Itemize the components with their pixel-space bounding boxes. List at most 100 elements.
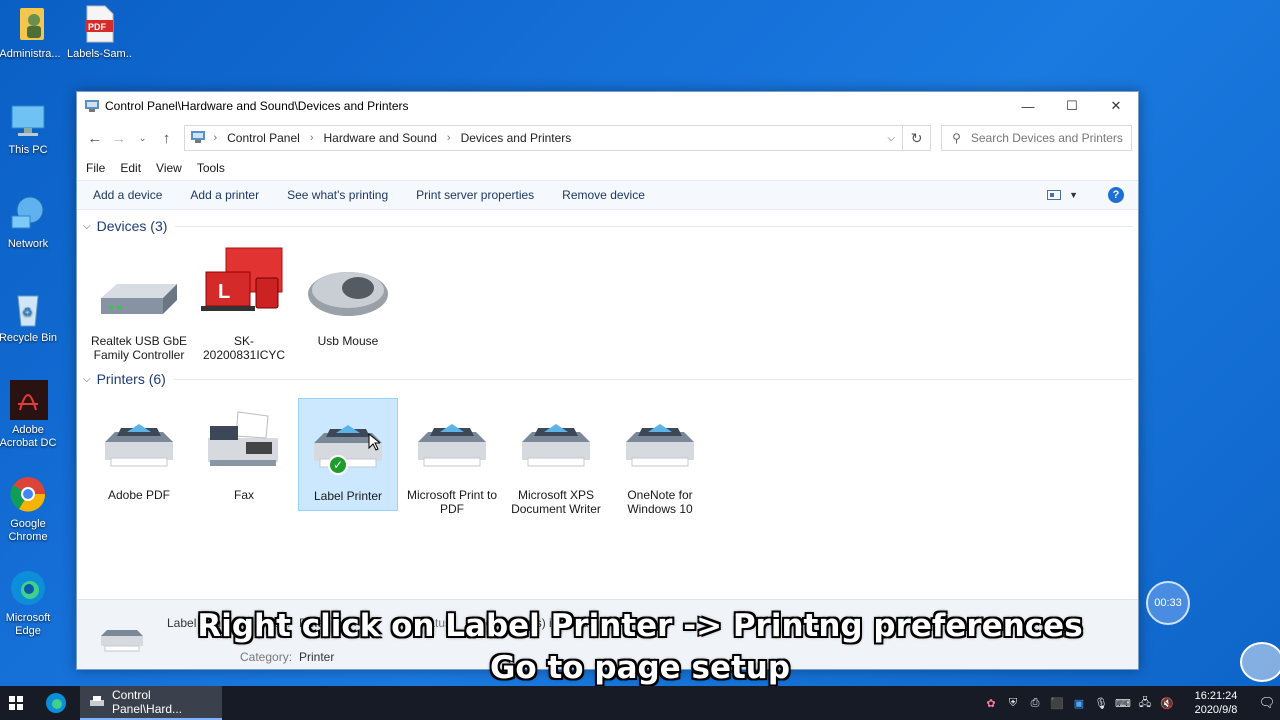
printer-onenote[interactable]: OneNote for Windows 10 (610, 398, 710, 516)
back-arrow-icon[interactable]: ← (83, 130, 107, 147)
device-sk-20200831icyc[interactable]: L SK-20200831ICYC (194, 244, 294, 362)
printer-microsoft-xps[interactable]: Microsoft XPS Document Writer (506, 398, 606, 516)
desktop-icon-administrator[interactable]: Administra... (0, 4, 62, 61)
printer-icon: ✓ (302, 399, 394, 483)
desktop-icon-google-chrome[interactable]: Google Chrome (0, 474, 60, 544)
devices-group-header[interactable]: ⌵ Devices (3) (83, 218, 1133, 234)
refresh-icon: ↻ (910, 129, 923, 146)
menu-edit[interactable]: Edit (120, 161, 141, 175)
mouse-icon (302, 244, 394, 328)
breadcrumb-hardware-and-sound[interactable]: Hardware and Sound (324, 131, 437, 145)
taskbar-edge-button[interactable] (32, 686, 80, 720)
print-server-properties-button[interactable]: Print server properties (416, 188, 534, 202)
windows-logo-icon (9, 696, 23, 710)
group-divider (175, 225, 1133, 227)
close-button[interactable]: ✕ (1094, 92, 1138, 120)
taskbar-control-panel[interactable]: Control Panel\Hard... (80, 686, 222, 720)
taskbar: Control Panel\Hard... ✿ ⛨ ⎙ ⬛ ▣ 🎙 ⌨ 🖧 🔇 … (0, 686, 1280, 720)
desktop-icon-labels-sample[interactable]: PDF Labels-Sam... (67, 4, 131, 61)
desktop-icon-adobe-acrobat[interactable]: Adobe Acrobat DC (0, 380, 60, 450)
breadcrumb-control-panel[interactable]: Control Panel (227, 131, 300, 145)
breadcrumb-devices-and-printers[interactable]: Devices and Printers (461, 131, 572, 145)
keyboard-tray-icon[interactable]: ⌨ (1112, 697, 1134, 710)
desktop-icon-network[interactable]: Network (0, 194, 60, 251)
caption-line-1: Right click on Label Printer -> Printng … (197, 608, 1083, 644)
user-folder-icon (10, 4, 50, 44)
clock-time: 16:21:24 (1194, 690, 1238, 702)
breadcrumb-separator-icon: › (446, 132, 451, 144)
svg-text:L: L (218, 281, 230, 303)
address-toolbar: ← → ⌄ ↑ › Control Panel › Hardware and S… (77, 120, 1138, 156)
menu-tools[interactable]: Tools (197, 161, 225, 175)
device-usb-mouse[interactable]: Usb Mouse (298, 244, 398, 348)
microphone-tray-icon[interactable]: 🎙 (1090, 697, 1112, 710)
flower-tray-icon[interactable]: ✿ (980, 697, 1002, 710)
desktop-icon-recycle-bin[interactable]: ♻ Recycle Bin (0, 288, 60, 345)
recording-timer: 00:33 (1146, 581, 1190, 625)
svg-text:♻: ♻ (22, 305, 33, 319)
shield-tray-icon[interactable]: ⛨ (1002, 697, 1024, 710)
network-tray-icon[interactable]: 🖧 (1134, 694, 1156, 713)
network-adapter-icon (93, 244, 185, 328)
assistant-bubble-icon[interactable] (1240, 642, 1280, 682)
printer-small-icon (90, 696, 104, 708)
fax-icon (198, 398, 290, 482)
desktop-icon-this-pc[interactable]: This PC (0, 100, 60, 157)
printer-label: Microsoft XPS Document Writer (511, 488, 601, 516)
printer-microsoft-print-to-pdf[interactable]: Microsoft Print to PDF (402, 398, 502, 516)
printer-label: OneNote for Windows 10 (627, 488, 693, 516)
menu-view[interactable]: View (156, 161, 182, 175)
notification-icon[interactable]: 🗨 (1254, 695, 1280, 711)
forward-arrow-icon[interactable]: → (107, 130, 131, 147)
printer-adobe-pdf[interactable]: Adobe PDF (89, 398, 189, 502)
acrobat-icon (8, 380, 48, 420)
change-view-icon[interactable] (1047, 190, 1062, 200)
view-options-dropdown-icon[interactable]: ▼ (1069, 190, 1078, 200)
title-bar[interactable]: Control Panel\Hardware and Sound\Devices… (77, 92, 1138, 120)
window-title: Control Panel\Hardware and Sound\Devices… (105, 99, 409, 113)
printers-group-title: Printers (6) (96, 371, 166, 387)
printer-label: Microsoft Print to PDF (406, 488, 498, 516)
pdf-file-icon: PDF (79, 4, 119, 44)
search-placeholder: Search Devices and Printers (970, 131, 1123, 145)
device-label: SK-20200831ICYC (202, 334, 286, 362)
address-dropdown-icon[interactable]: ⌵ (880, 133, 902, 144)
app-tray-icon[interactable]: ▣ (1068, 697, 1090, 710)
device-label: Realtek USB GbE Family Controller (90, 334, 188, 362)
start-button[interactable] (0, 686, 32, 720)
add-device-button[interactable]: Add a device (93, 188, 162, 202)
collapse-chevron-icon[interactable]: ⌵ (83, 221, 91, 232)
edge-icon (8, 568, 48, 608)
up-arrow-icon[interactable]: ↑ (155, 130, 179, 147)
menu-file[interactable]: File (86, 161, 105, 175)
clock[interactable]: 16:21:24 2020/9/8 (1184, 689, 1248, 717)
computer-icon (8, 100, 48, 140)
search-icon: ⚲ (952, 131, 961, 145)
printer-label: Adobe PDF (107, 488, 171, 502)
help-icon[interactable]: ? (1108, 187, 1124, 203)
printer-tray-icon[interactable]: ⎙ (1024, 697, 1046, 710)
minimize-button[interactable]: — (1006, 92, 1050, 120)
menu-bar: File Edit View Tools (77, 156, 1138, 180)
clock-date: 2020/9/8 (1194, 704, 1238, 716)
remove-device-button[interactable]: Remove device (562, 188, 645, 202)
pdf-badge-text: PDF (88, 22, 106, 32)
control-panel-small-icon (191, 130, 206, 146)
recent-locations-chevron-icon[interactable]: ⌄ (131, 133, 155, 144)
record-tray-icon[interactable]: ⬛ (1046, 697, 1068, 710)
volume-muted-icon[interactable]: 🔇 (1156, 697, 1178, 710)
printer-label-printer[interactable]: ✓ Label Printer (298, 398, 398, 511)
add-printer-button[interactable]: Add a printer (190, 188, 259, 202)
search-input[interactable]: ⚲ Search Devices and Printers (941, 125, 1132, 151)
device-realtek-usb-gbe[interactable]: Realtek USB GbE Family Controller (89, 244, 189, 362)
maximize-button[interactable]: ☐ (1050, 92, 1094, 120)
address-bar[interactable]: › Control Panel › Hardware and Sound › D… (184, 125, 904, 151)
collapse-chevron-icon[interactable]: ⌵ (83, 374, 91, 385)
printer-fax[interactable]: Fax (194, 398, 294, 502)
printers-group-header[interactable]: ⌵ Printers (6) (83, 371, 1133, 387)
see-whats-printing-button[interactable]: See what's printing (287, 188, 388, 202)
taskbar-task-label: Control Panel\Hard... (112, 688, 183, 716)
control-panel-icon (85, 100, 99, 112)
printer-label: Fax (233, 488, 254, 502)
refresh-button[interactable]: ↻ (903, 125, 932, 151)
